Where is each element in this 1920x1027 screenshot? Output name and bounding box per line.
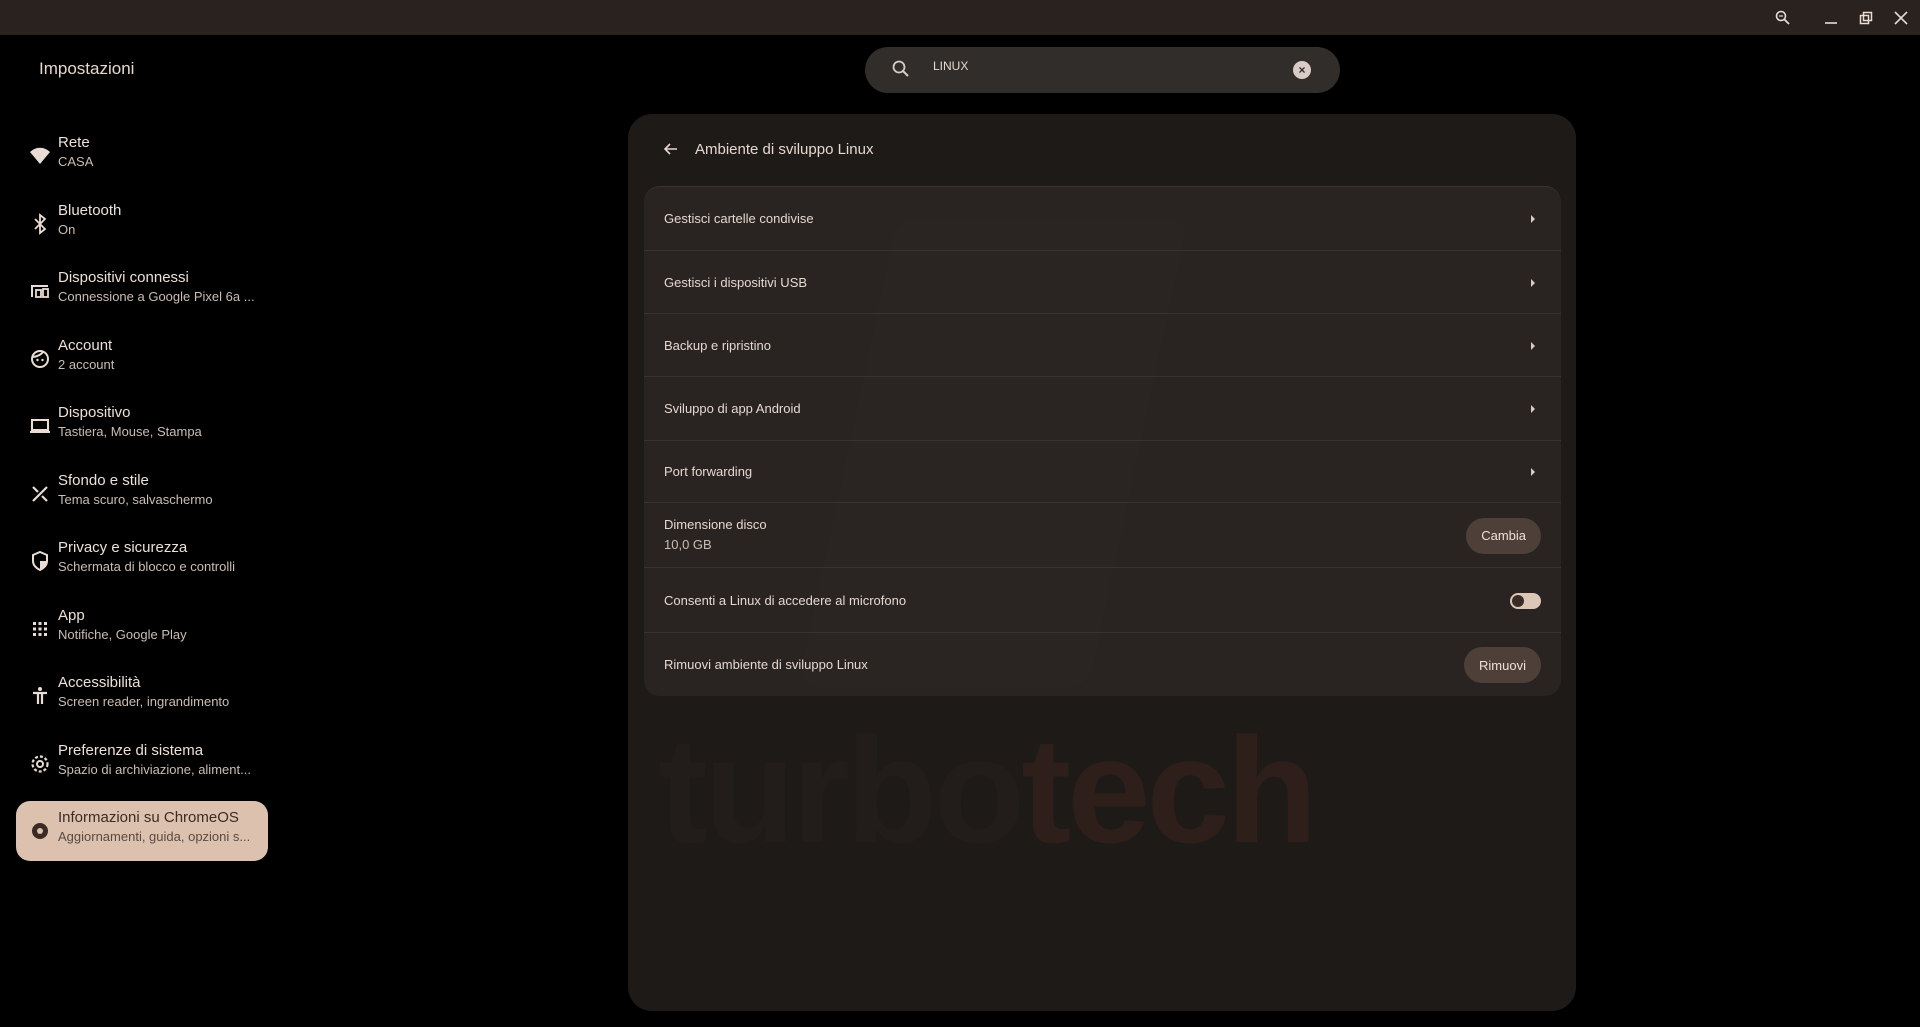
shield-icon xyxy=(28,549,52,573)
sidebar-item-dispositivo[interactable]: Dispositivo Tastiera, Mouse, Stampa xyxy=(16,396,268,456)
settings-row-backup-e-ripristino[interactable]: Backup e ripristino xyxy=(644,314,1561,377)
restore-icon[interactable] xyxy=(1854,6,1878,30)
microphone-toggle[interactable] xyxy=(1510,592,1541,609)
sidebar-item-label: Informazioni su ChromeOS xyxy=(58,809,239,826)
sidebar-item-subtitle: Schermata di blocco e controlli xyxy=(58,559,236,574)
chevron-right-icon xyxy=(1531,405,1535,413)
window-titlebar xyxy=(0,0,1920,35)
zoom-icon[interactable] xyxy=(1771,6,1795,30)
toggle-knob xyxy=(1512,594,1524,607)
accessibility-icon xyxy=(28,684,52,708)
sidebar-item-subtitle: Tastiera, Mouse, Stampa xyxy=(58,424,202,439)
close-icon[interactable] xyxy=(1889,6,1913,30)
sidebar-item-dispositivi-connessi[interactable]: Dispositivi connessi Connessione a Googl… xyxy=(16,261,268,321)
sidebar-item-subtitle: Tema scuro, salvaschermo xyxy=(58,491,213,507)
rimuovi-button[interactable]: Rimuovi xyxy=(1464,647,1541,683)
sidebar-item-sfondo-e-stile[interactable]: Sfondo e stile Tema scuro, salvaschermo xyxy=(16,464,268,524)
chevron-right-icon xyxy=(1531,215,1535,223)
sidebar-item-label: Bluetooth xyxy=(58,201,122,219)
sidebar-item-privacy-e-sicurezza[interactable]: Privacy e sicurezza Schermata di blocco … xyxy=(16,531,268,591)
clear-search-icon[interactable]: × xyxy=(1293,61,1311,79)
sidebar-item-subtitle: Spazio di archiviazione, aliment... xyxy=(58,761,251,777)
gear-icon xyxy=(28,752,52,776)
row-label: Gestisci cartelle condivise xyxy=(664,211,814,226)
chevron-right-icon xyxy=(1531,341,1535,350)
apps-grid-icon xyxy=(28,617,52,641)
account-icon xyxy=(28,347,52,371)
sidebar-item-subtitle: Notifiche, Google Play xyxy=(58,626,187,642)
sidebar-item-label: Preferenze di sistema xyxy=(58,741,204,759)
settings-row-gestisci-i-dispositivi-usb[interactable]: Gestisci i dispositivi USB xyxy=(644,251,1561,314)
chrome-icon xyxy=(28,819,52,843)
sidebar-item-label: Accessibilità xyxy=(58,674,141,691)
settings-row-port-forwarding[interactable]: Port forwarding xyxy=(644,441,1561,503)
settings-row-consenti-a-linux-di-accedere-al-microfono: Consenti a Linux di accedere al microfon… xyxy=(644,568,1561,633)
app-title: Impostazioni xyxy=(39,59,135,78)
wifi-icon xyxy=(28,144,52,168)
search-icon xyxy=(891,59,911,84)
sidebar-item-label: Privacy e sicurezza xyxy=(58,539,188,556)
settings-row-rimuovi-ambiente-di-sviluppo-linux: Rimuovi ambiente di sviluppo Linux Rimuov… xyxy=(644,633,1561,697)
row-label: Dimensione disco xyxy=(664,516,767,532)
sidebar-item-accessibilit-[interactable]: Accessibilità Screen reader, ingrandimen… xyxy=(16,666,268,726)
back-arrow-icon[interactable] xyxy=(661,139,685,163)
sidebar-item-subtitle: On xyxy=(58,221,76,237)
sidebar-item-informazioni-su-chromeos[interactable]: Informazioni su ChromeOS Aggiornamenti, … xyxy=(16,801,268,861)
sidebar-item-label: Sfondo e stile xyxy=(58,471,149,489)
sidebar-item-subtitle: Aggiornamenti, guida, opzioni s... xyxy=(58,829,251,844)
sidebar-item-label: Dispositivi connessi xyxy=(58,269,189,286)
settings-row-sviluppo-di-app-android[interactable]: Sviluppo di app Android xyxy=(644,377,1561,441)
settings-row-dimensione-disco: Dimensione disco 10,0 GB Cambia xyxy=(644,503,1561,568)
search-input[interactable] xyxy=(933,59,1253,73)
row-label: Rimuovi ambiente di sviluppo Linux xyxy=(664,657,868,672)
settings-panel: turbotech Ambiente di sviluppo Linux Ges… xyxy=(628,114,1576,1011)
chevron-right-icon xyxy=(1531,278,1535,287)
row-label: Gestisci i dispositivi USB xyxy=(664,274,808,290)
sidebar-item-label: App xyxy=(58,606,85,624)
row-value: 10,0 GB xyxy=(664,536,712,552)
sidebar-item-account[interactable]: Account 2 account xyxy=(16,329,268,389)
linux-settings-list: Gestisci cartelle condivise Gestisci i di… xyxy=(644,186,1561,696)
page-title: Ambiente di sviluppo Linux xyxy=(695,141,874,158)
sidebar-item-preferenze-di-sistema[interactable]: Preferenze di sistema Spazio di archivia… xyxy=(16,734,268,794)
sidebar-item-bluetooth[interactable]: Bluetooth On xyxy=(16,194,268,254)
sidebar-item-app[interactable]: App Notifiche, Google Play xyxy=(16,599,268,659)
sidebar-item-subtitle: 2 account xyxy=(58,356,115,372)
settings-row-gestisci-cartelle-condivise[interactable]: Gestisci cartelle condivise xyxy=(644,187,1561,251)
minimize-icon[interactable] xyxy=(1819,6,1843,30)
sidebar-item-rete[interactable]: Rete CASA xyxy=(16,126,268,186)
cambia-button[interactable]: Cambia xyxy=(1466,517,1541,554)
connected-devices-icon xyxy=(28,279,52,303)
palette-icon xyxy=(28,482,52,506)
laptop-icon xyxy=(28,414,52,438)
sidebar-item-subtitle: Connessione a Google Pixel 6a ... xyxy=(58,289,255,304)
row-label: Backup e ripristino xyxy=(664,337,771,353)
row-label: Consenti a Linux di accedere al microfon… xyxy=(664,592,907,608)
bluetooth-icon xyxy=(28,212,52,236)
watermark-logo: turbotech xyxy=(658,706,1318,874)
row-label: Port forwarding xyxy=(664,464,753,479)
row-label: Sviluppo di app Android xyxy=(664,401,801,416)
sidebar-item-subtitle: CASA xyxy=(58,154,94,169)
sidebar-item-label: Dispositivo xyxy=(58,404,131,421)
sidebar-item-label: Account xyxy=(58,336,113,354)
chevron-right-icon xyxy=(1531,468,1535,476)
search-bar[interactable]: × xyxy=(865,47,1340,93)
sidebar-item-subtitle: Screen reader, ingrandimento xyxy=(58,694,230,709)
sidebar-item-label: Rete xyxy=(58,134,90,151)
